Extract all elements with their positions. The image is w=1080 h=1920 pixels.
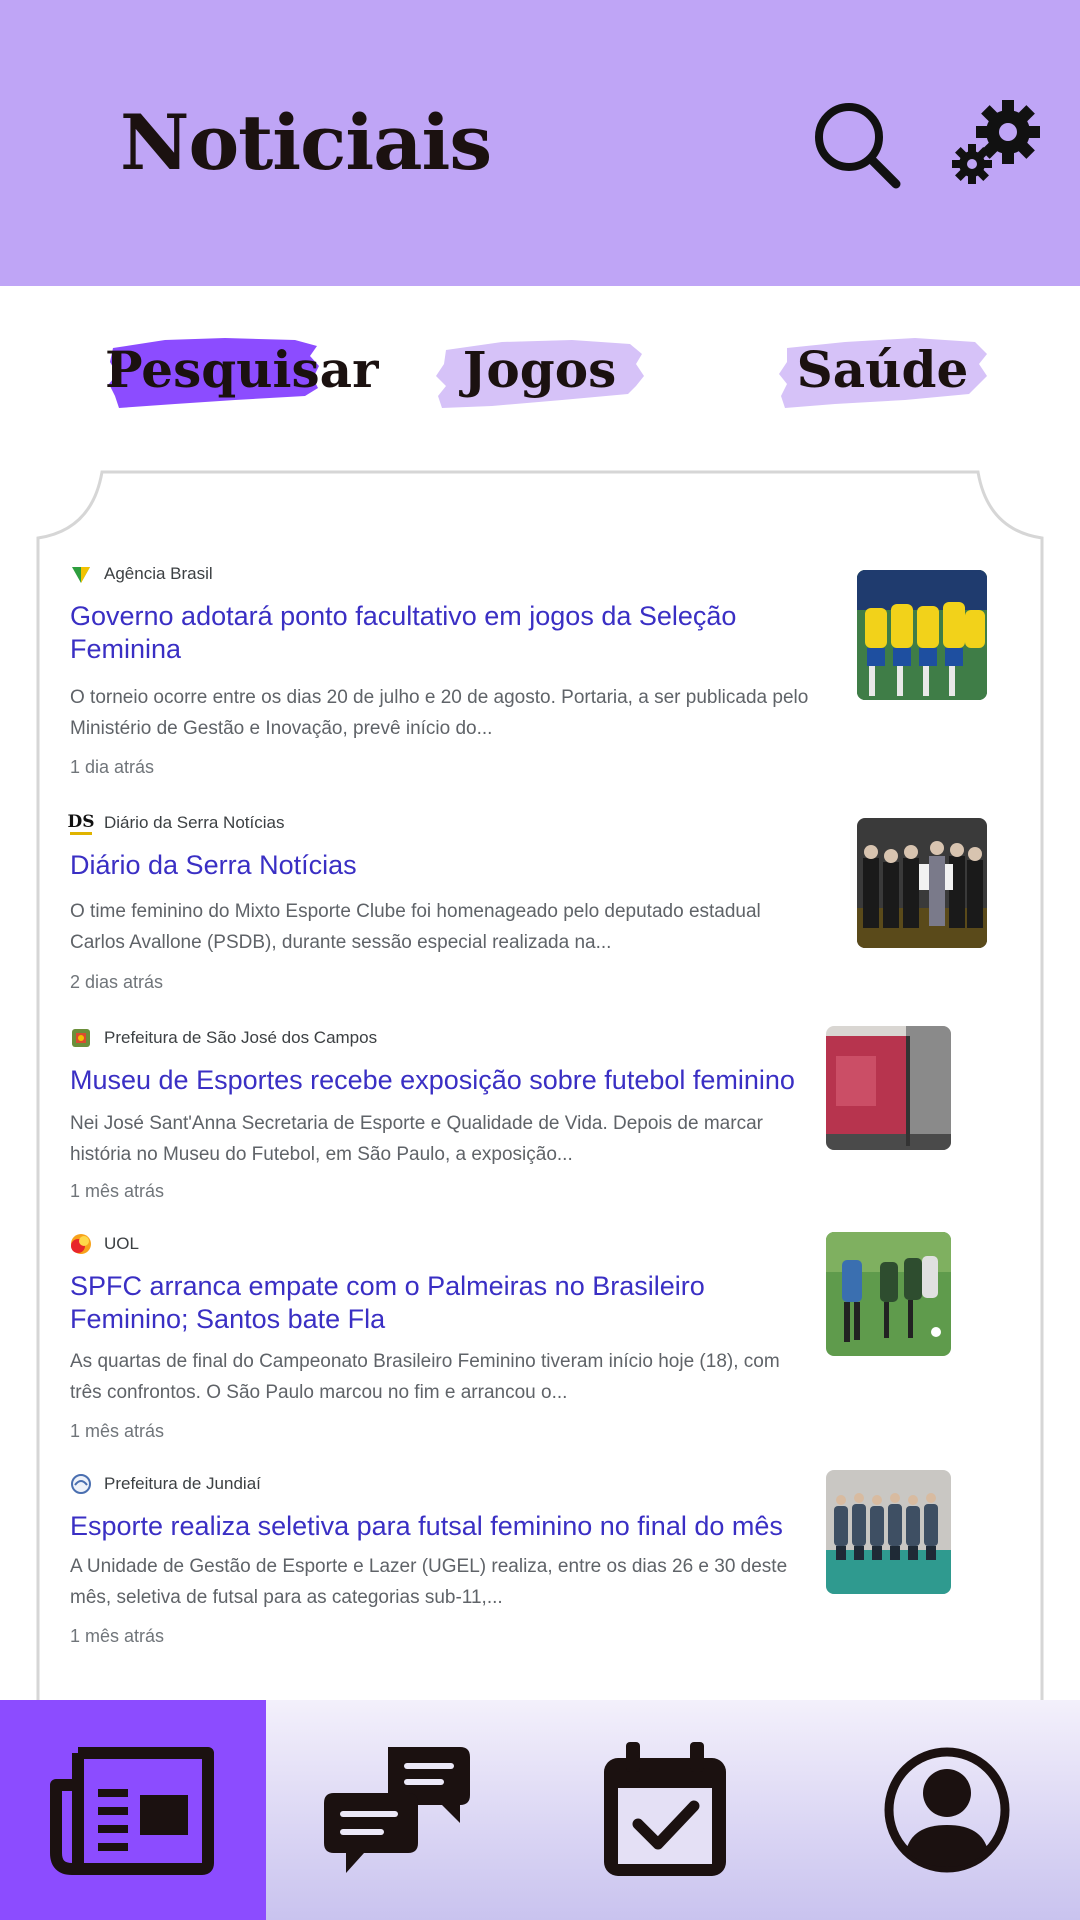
news-snippet: A Unidade de Gestão de Esporte e Lazer (… <box>70 1551 787 1613</box>
news-headline[interactable]: Diário da Serra Notícias <box>70 849 357 882</box>
headline-line: SPFC arranca empate com o Palmeiras no B… <box>70 1271 705 1301</box>
snippet-line: As quartas de final do Campeonato Brasil… <box>70 1351 780 1372</box>
source-name: UOL <box>104 1234 139 1253</box>
news-source: Prefeitura de São José dos Campos <box>70 1026 377 1050</box>
snippet-line: mês, seletiva de futsal para as categori… <box>70 1587 503 1608</box>
source-name: Prefeitura de Jundiaí <box>104 1474 261 1493</box>
profile-icon <box>884 1747 1010 1873</box>
news-headline[interactable]: Esporte realiza seletiva para futsal fem… <box>70 1510 783 1543</box>
headline-line: Governo adotará ponto facultativo em jog… <box>70 601 737 631</box>
headline-line: Diário da Serra Notícias <box>70 850 357 880</box>
ds-logo-icon: DS <box>67 812 95 835</box>
uol-logo-icon <box>70 1233 92 1255</box>
news-timestamp: 1 mês atrás <box>70 1626 165 1646</box>
news-source: Agência Brasil <box>70 562 213 586</box>
tab-jogos[interactable]: Jogos <box>432 322 647 422</box>
tab-saude[interactable]: Saúde <box>775 322 990 422</box>
news-timestamp: 2 dias atrás <box>70 972 164 992</box>
nav-news[interactable] <box>0 1700 266 1920</box>
news-thumbnail[interactable] <box>826 1470 951 1594</box>
news-headline[interactable]: SPFC arranca empate com o Palmeiras no B… <box>70 1270 705 1336</box>
news-snippet: As quartas de final do Campeonato Brasil… <box>70 1346 780 1408</box>
nav-profile[interactable] <box>814 1700 1080 1920</box>
news-thumbnail[interactable] <box>826 1232 951 1356</box>
app-header: Noticiais <box>0 0 1080 286</box>
news-headline[interactable]: Museu de Esportes recebe exposição sobre… <box>70 1064 795 1097</box>
headline-line: Feminino; Santos bate Fla <box>70 1304 386 1334</box>
news-source: DS Diário da Serra Notícias <box>67 811 285 835</box>
headline-line: Museu de Esportes recebe exposição sobre… <box>70 1065 795 1095</box>
snippet-line: A Unidade de Gestão de Esporte e Lazer (… <box>70 1556 788 1577</box>
source-name: Diário da Serra Notícias <box>104 813 285 832</box>
news-timestamp: 1 mês atrás <box>70 1181 165 1201</box>
nav-chat[interactable] <box>266 1700 532 1920</box>
news-timestamp: 1 dia atrás <box>70 757 155 777</box>
app-title: Noticiais <box>120 98 492 187</box>
snippet-line: O time feminino do Mixto Esporte Clube f… <box>70 901 761 922</box>
prefeitura-sjc-logo-icon <box>70 1027 92 1049</box>
calendar-check-icon <box>604 1742 726 1876</box>
newspaper-icon <box>50 1747 214 1875</box>
snippet-line: três confrontos. O São Paulo marcou no f… <box>70 1382 568 1403</box>
snippet-line: O torneio ocorre entre os dias 20 de jul… <box>70 687 809 708</box>
search-icon[interactable] <box>812 100 902 190</box>
news-headline[interactable]: Governo adotará ponto facultativo em jog… <box>70 600 736 666</box>
tab-label: Saúde <box>796 340 969 399</box>
news-snippet: O torneio ocorre entre os dias 20 de jul… <box>70 682 808 744</box>
news-source: UOL <box>70 1232 139 1256</box>
gears-icon[interactable] <box>950 98 1050 188</box>
chat-icon <box>324 1746 470 1873</box>
snippet-line: Nei José Sant'Anna Secretaria de Esporte… <box>70 1113 763 1134</box>
tab-label: Jogos <box>462 340 617 399</box>
prefeitura-jundiai-logo-icon <box>70 1473 92 1495</box>
news-timestamp: 1 mês atrás <box>70 1421 165 1441</box>
news-thumbnail[interactable] <box>857 818 987 948</box>
source-name: Prefeitura de São José dos Campos <box>104 1028 378 1047</box>
snippet-line: Carlos Avallone (PSDB), durante sessão e… <box>70 932 612 953</box>
news-snippet: O time feminino do Mixto Esporte Clube f… <box>70 896 761 958</box>
headline-line: Esporte realiza seletiva para futsal fem… <box>70 1511 783 1541</box>
snippet-line: história no Museu do Futebol, em São Pau… <box>70 1144 573 1165</box>
nav-calendar[interactable] <box>532 1700 798 1920</box>
news-snippet: Nei José Sant'Anna Secretaria de Esporte… <box>70 1108 763 1170</box>
news-source: Prefeitura de Jundiaí <box>70 1472 261 1496</box>
news-thumbnail[interactable] <box>826 1026 951 1150</box>
source-name: Agência Brasil <box>104 564 213 583</box>
snippet-line: Ministério de Gestão e Inovação, prevê i… <box>70 718 493 739</box>
headline-line: Feminina <box>70 634 182 664</box>
bottom-navigation <box>0 1700 1080 1920</box>
news-thumbnail[interactable] <box>857 570 987 700</box>
agencia-brasil-logo-icon <box>70 563 92 585</box>
tab-label: Pesquisar <box>105 340 379 399</box>
tab-pesquisar[interactable]: Pesquisar <box>105 322 379 422</box>
